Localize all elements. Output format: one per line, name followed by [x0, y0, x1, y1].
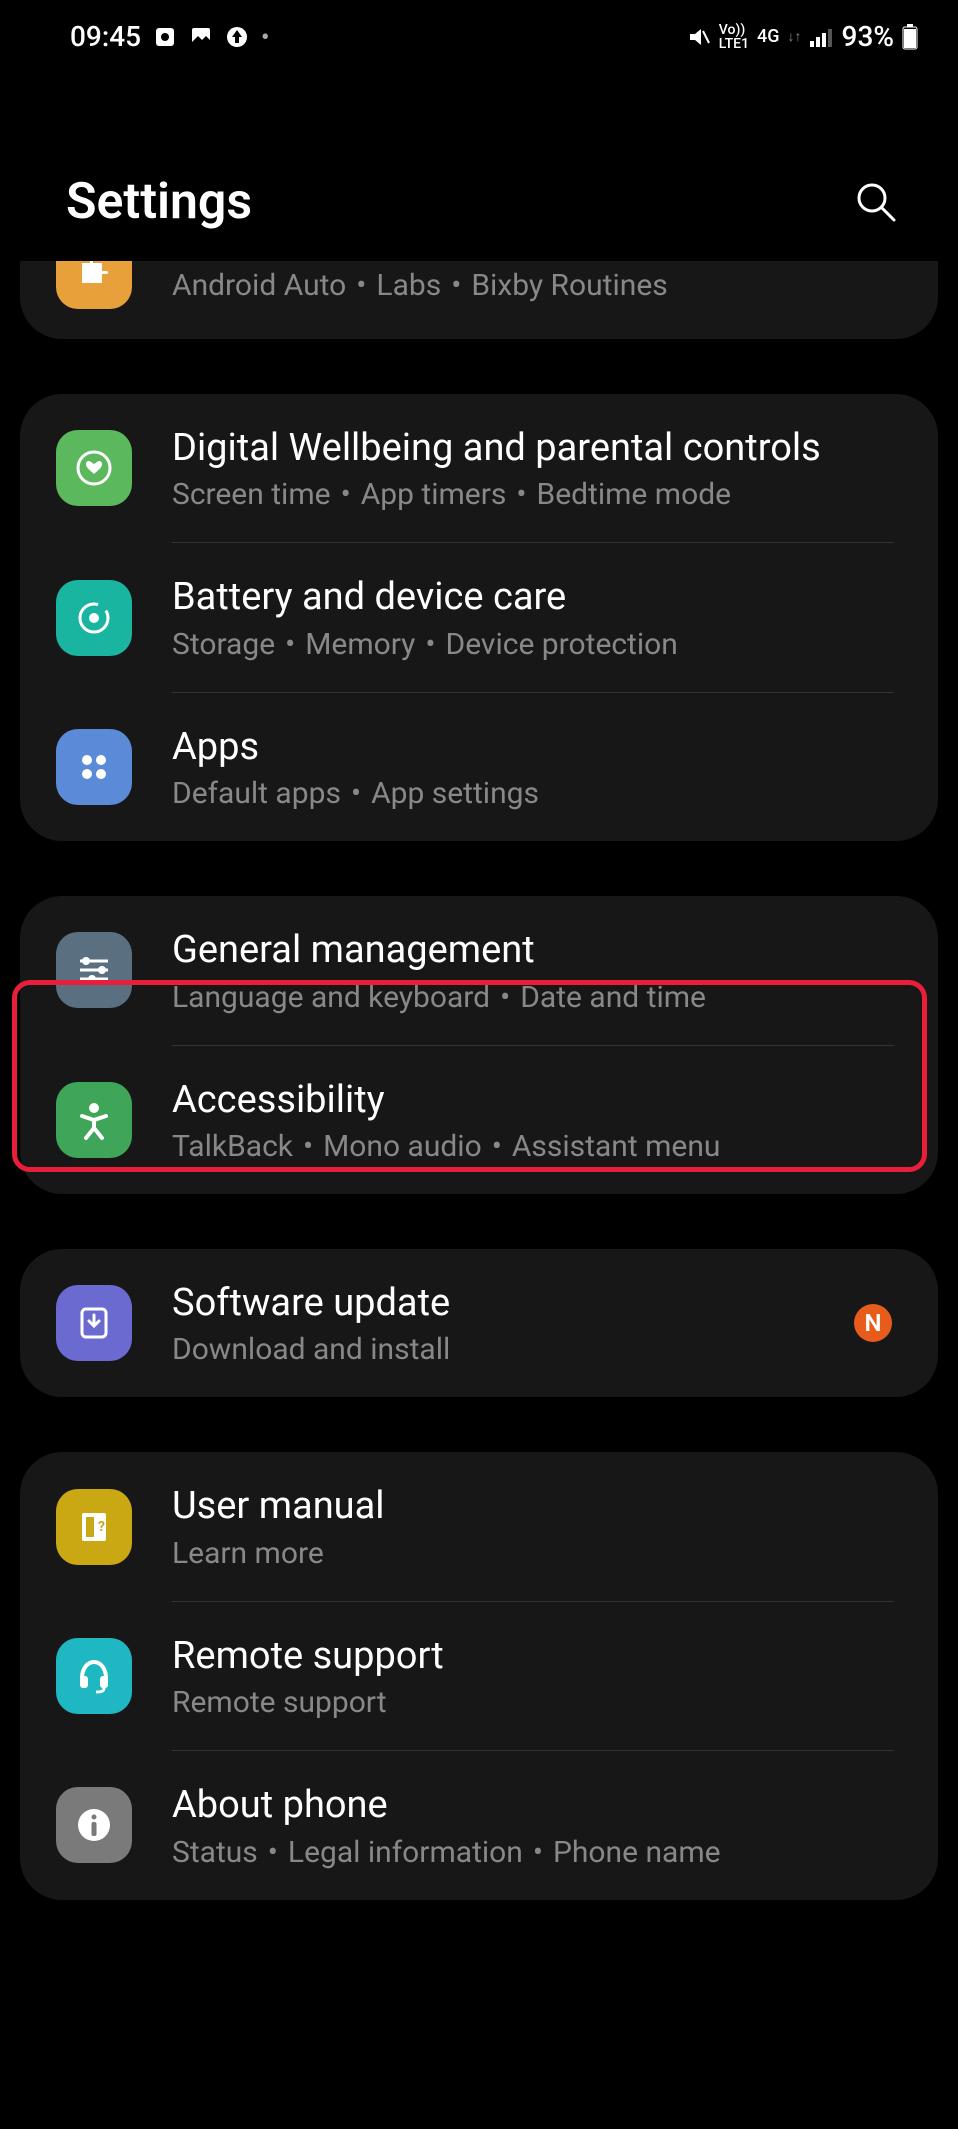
item-subtitle: Language and keyboard•Date and time [172, 980, 902, 1015]
puzzle-icon [56, 261, 132, 309]
item-content: Accessibility TalkBack•Mono audio•Assist… [172, 1076, 902, 1164]
item-subtitle: Remote support [172, 1685, 902, 1720]
item-subtitle: Storage•Memory•Device protection [172, 627, 902, 662]
search-button[interactable] [854, 180, 898, 224]
more-indicator-icon: • [261, 23, 269, 51]
heart-circle-icon [56, 430, 132, 506]
item-title: About phone [172, 1781, 902, 1830]
item-content: Battery and device care Storage•Memory•D… [172, 573, 902, 661]
volte-indicator: Vo))LTE1 [719, 23, 749, 51]
battery-icon [902, 24, 918, 50]
settings-group: Digital Wellbeing and parental controls … [20, 394, 938, 841]
item-title: Software update [172, 1279, 854, 1328]
status-time: 09:45 [70, 20, 141, 53]
item-content: Remote support Remote support [172, 1632, 902, 1720]
grid-dots-icon [56, 729, 132, 805]
settings-item-advanced-features[interactable]: Android Auto•Labs•Bixby Routines [20, 261, 938, 339]
image-icon [189, 25, 213, 49]
item-title: General management [172, 926, 902, 975]
mute-icon [687, 25, 711, 49]
item-subtitle: Status•Legal information•Phone name [172, 1835, 902, 1870]
item-content: General management Language and keyboard… [172, 926, 902, 1014]
item-subtitle: Screen time•App timers•Bedtime mode [172, 477, 902, 512]
status-bar: 09:45 • Vo))LTE1 4G ↓↑ 93% [0, 0, 958, 73]
accessibility-icon [56, 1082, 132, 1158]
item-content: Digital Wellbeing and parental controls … [172, 424, 902, 512]
item-title: Digital Wellbeing and parental controls [172, 424, 902, 473]
signal-icon [810, 27, 834, 47]
network-type: 4G [757, 26, 780, 47]
item-subtitle: Learn more [172, 1536, 902, 1571]
camera-icon [153, 25, 177, 49]
page-title: Settings [66, 173, 252, 231]
settings-group: Android Auto•Labs•Bixby Routines [20, 261, 938, 339]
item-title: Remote support [172, 1632, 902, 1681]
data-arrows-icon: ↓↑ [788, 28, 802, 45]
item-content: Software update Download and install [172, 1279, 854, 1367]
battery-percent: 93% [842, 20, 894, 53]
settings-item-software-update[interactable]: Software update Download and install N [20, 1249, 938, 1397]
item-subtitle: Android Auto•Labs•Bixby Routines [172, 268, 902, 303]
status-right: Vo))LTE1 4G ↓↑ 93% [687, 20, 918, 53]
item-title: User manual [172, 1482, 902, 1531]
item-subtitle: Default apps•App settings [172, 776, 902, 811]
update-icon [225, 25, 249, 49]
item-subtitle: Download and install [172, 1332, 854, 1367]
svg-text:?: ? [98, 1519, 105, 1535]
settings-item-battery-device-care[interactable]: Battery and device care Storage•Memory•D… [20, 543, 938, 691]
item-title: Accessibility [172, 1076, 902, 1125]
header: Settings [0, 73, 958, 261]
download-circle-icon [56, 1285, 132, 1361]
sliders-icon [56, 932, 132, 1008]
item-content: User manual Learn more [172, 1482, 902, 1570]
item-title: Apps [172, 723, 902, 772]
item-content: Apps Default apps•App settings [172, 723, 902, 811]
refresh-circle-icon [56, 580, 132, 656]
settings-item-about-phone[interactable]: About phone Status•Legal information•Pho… [20, 1751, 938, 1899]
item-content: About phone Status•Legal information•Pho… [172, 1781, 902, 1869]
item-subtitle: TalkBack•Mono audio•Assistant menu [172, 1129, 902, 1164]
info-icon [56, 1787, 132, 1863]
item-title: Battery and device care [172, 573, 902, 622]
settings-item-user-manual[interactable]: ? User manual Learn more [20, 1452, 938, 1600]
settings-item-digital-wellbeing[interactable]: Digital Wellbeing and parental controls … [20, 394, 938, 542]
settings-item-accessibility[interactable]: Accessibility TalkBack•Mono audio•Assist… [20, 1046, 938, 1194]
settings-group: ? User manual Learn more Remote support … [20, 1452, 938, 1899]
headset-icon [56, 1638, 132, 1714]
item-content: Android Auto•Labs•Bixby Routines [172, 268, 902, 303]
notification-badge: N [854, 1304, 892, 1342]
book-icon: ? [56, 1489, 132, 1565]
settings-item-remote-support[interactable]: Remote support Remote support [20, 1602, 938, 1750]
status-left: 09:45 • [70, 20, 269, 53]
settings-item-apps[interactable]: Apps Default apps•App settings [20, 693, 938, 841]
settings-group: Software update Download and install N [20, 1249, 938, 1397]
settings-group: General management Language and keyboard… [20, 896, 938, 1194]
settings-item-general-management[interactable]: General management Language and keyboard… [20, 896, 938, 1044]
